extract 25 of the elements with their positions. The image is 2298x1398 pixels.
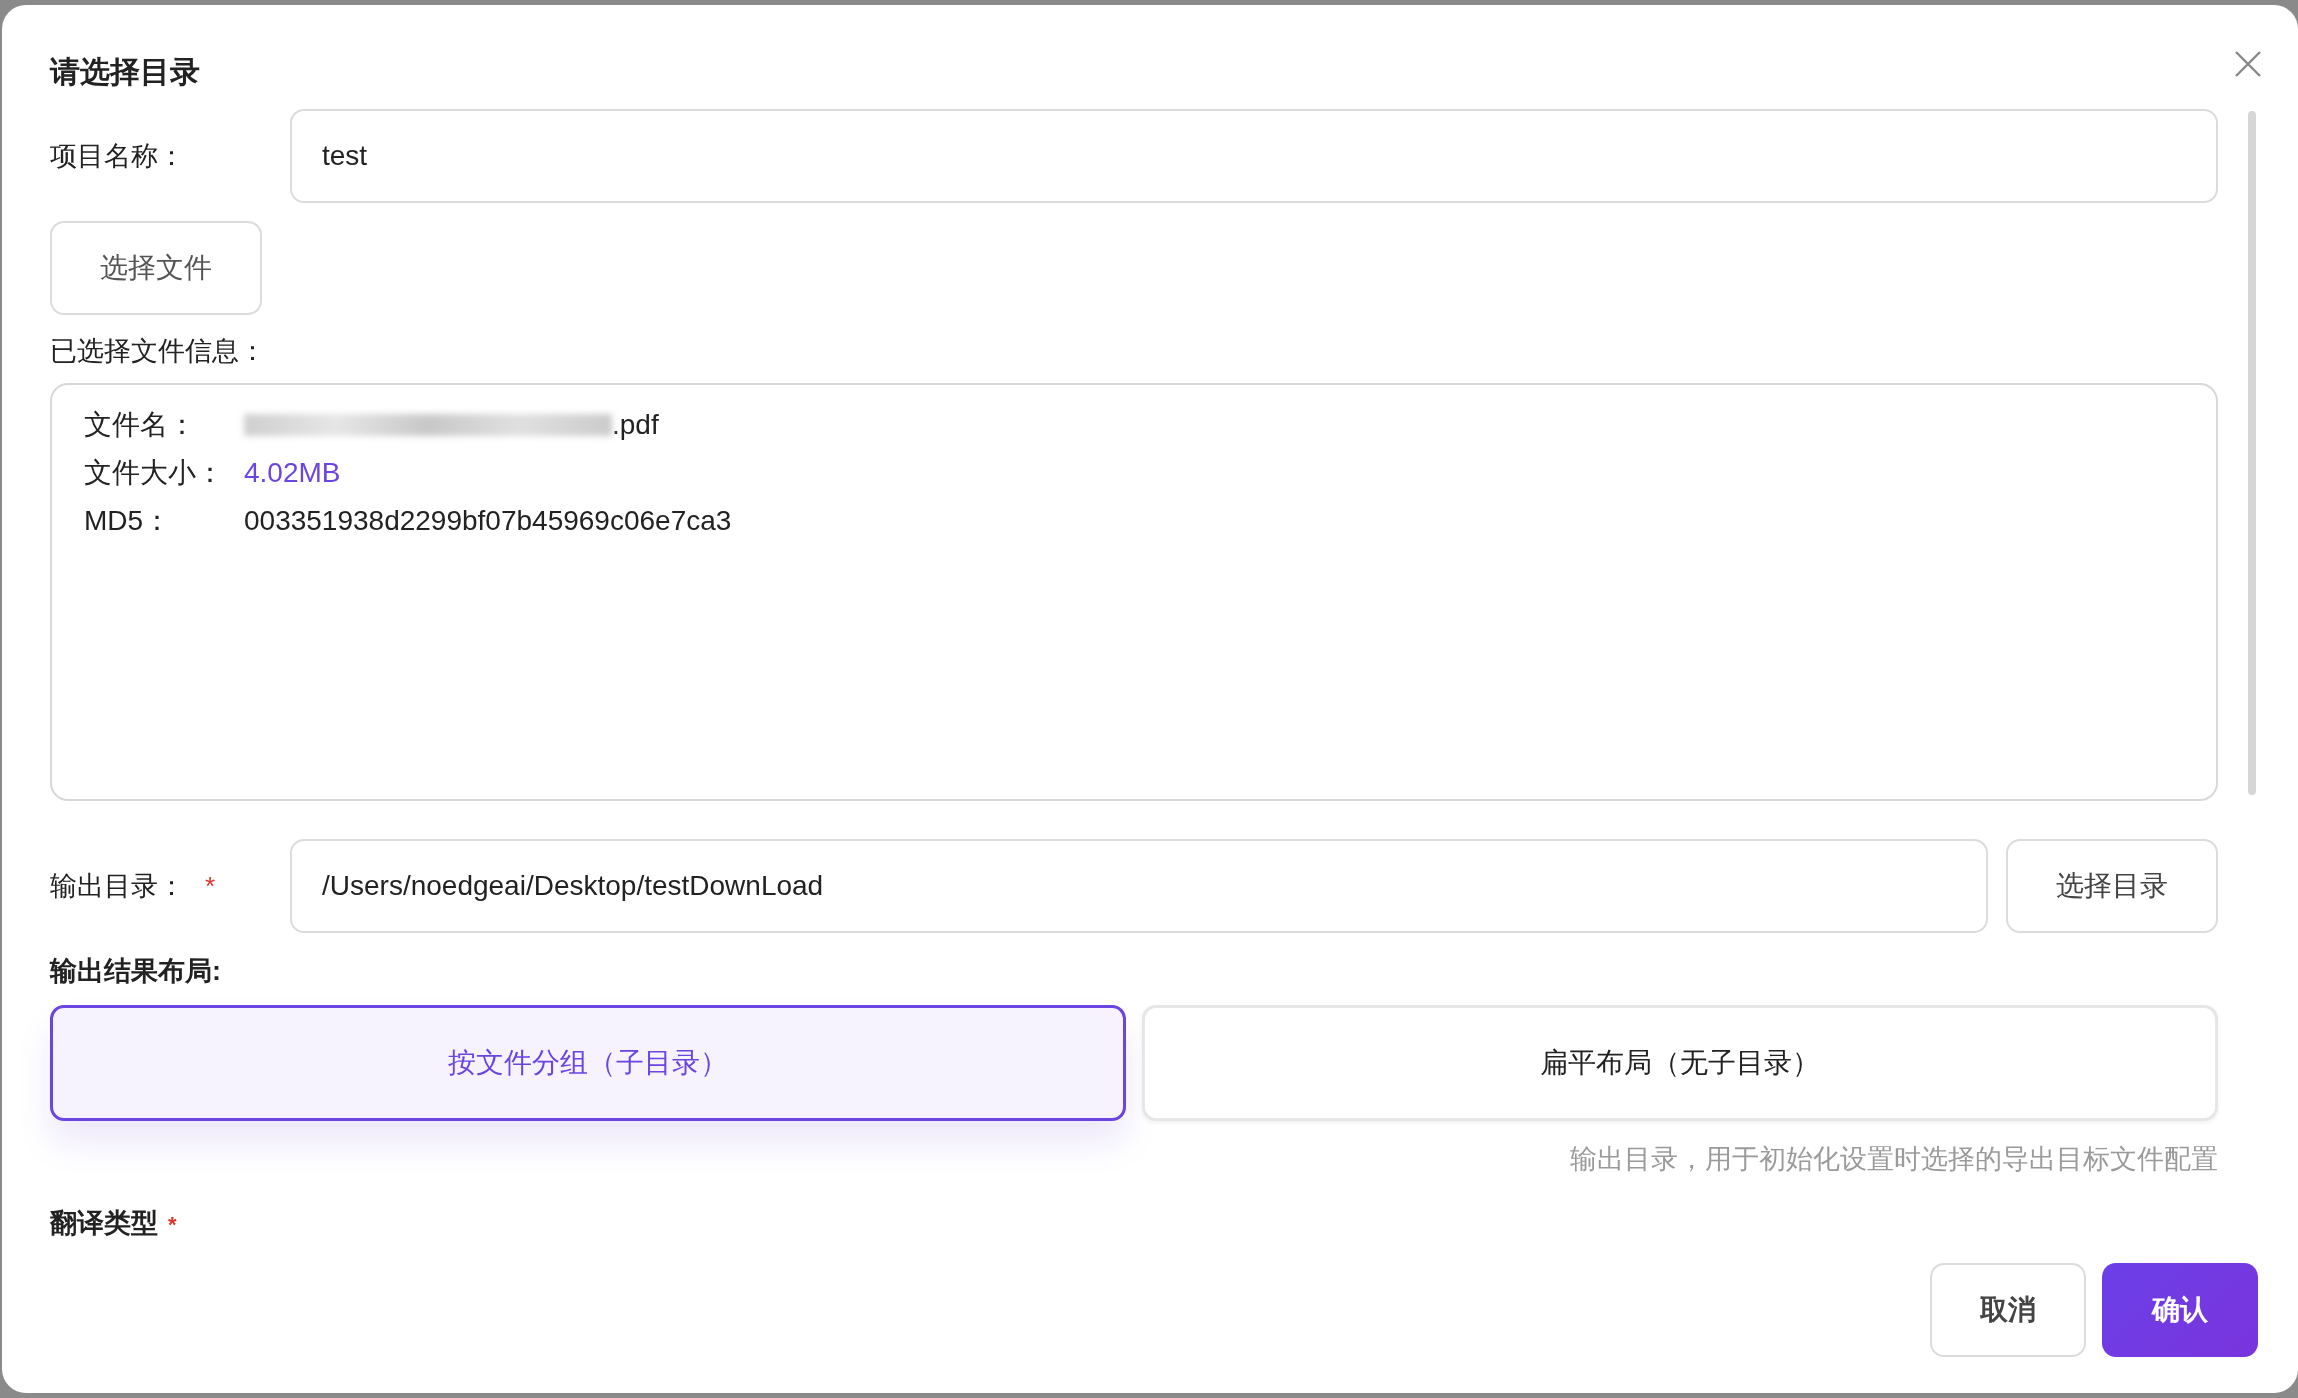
close-icon[interactable] bbox=[2234, 50, 2262, 78]
info-value: .pdf bbox=[612, 409, 659, 441]
info-value: 003351938d2299bf07b45969c06e7ca3 bbox=[244, 505, 732, 537]
project-name-field[interactable]: test bbox=[290, 109, 2218, 203]
layout-option[interactable]: 扁平布局（无子目录） bbox=[1142, 1005, 2218, 1121]
select-file-button[interactable]: 选择文件 bbox=[50, 221, 262, 315]
confirm-button[interactable]: 确认 bbox=[2102, 1263, 2258, 1357]
required-mark: * bbox=[205, 870, 216, 902]
section-label: 输出结果布局: bbox=[50, 955, 222, 988]
info-label: 文件名： bbox=[84, 408, 197, 442]
scrollbar[interactable] bbox=[2248, 111, 2256, 795]
field-label: 项目名称： bbox=[50, 140, 186, 173]
cancel-button[interactable]: 取消 bbox=[1930, 1263, 2086, 1357]
layout-option[interactable]: 按文件分组（子目录） bbox=[50, 1005, 1126, 1121]
info-label: 文件大小： bbox=[84, 456, 225, 490]
info-label: MD5： bbox=[84, 504, 173, 538]
field-label: 输出目录： bbox=[50, 870, 185, 903]
required-mark: * bbox=[168, 1212, 177, 1237]
select-dir-button[interactable]: 选择目录 bbox=[2006, 839, 2218, 933]
output-dir-field[interactable]: /Users/noedgeai/Desktop/testDownLoad bbox=[290, 839, 1988, 933]
info-value: 4.02MB bbox=[244, 457, 341, 489]
field-label: 翻译类型 bbox=[50, 1208, 158, 1238]
section-label: 已选择文件信息： bbox=[50, 335, 267, 368]
dialog-title: 请选择目录 bbox=[50, 54, 200, 90]
hint-text: 输出目录，用于初始化设置时选择的导出目标文件配置 bbox=[1569, 1143, 2218, 1176]
